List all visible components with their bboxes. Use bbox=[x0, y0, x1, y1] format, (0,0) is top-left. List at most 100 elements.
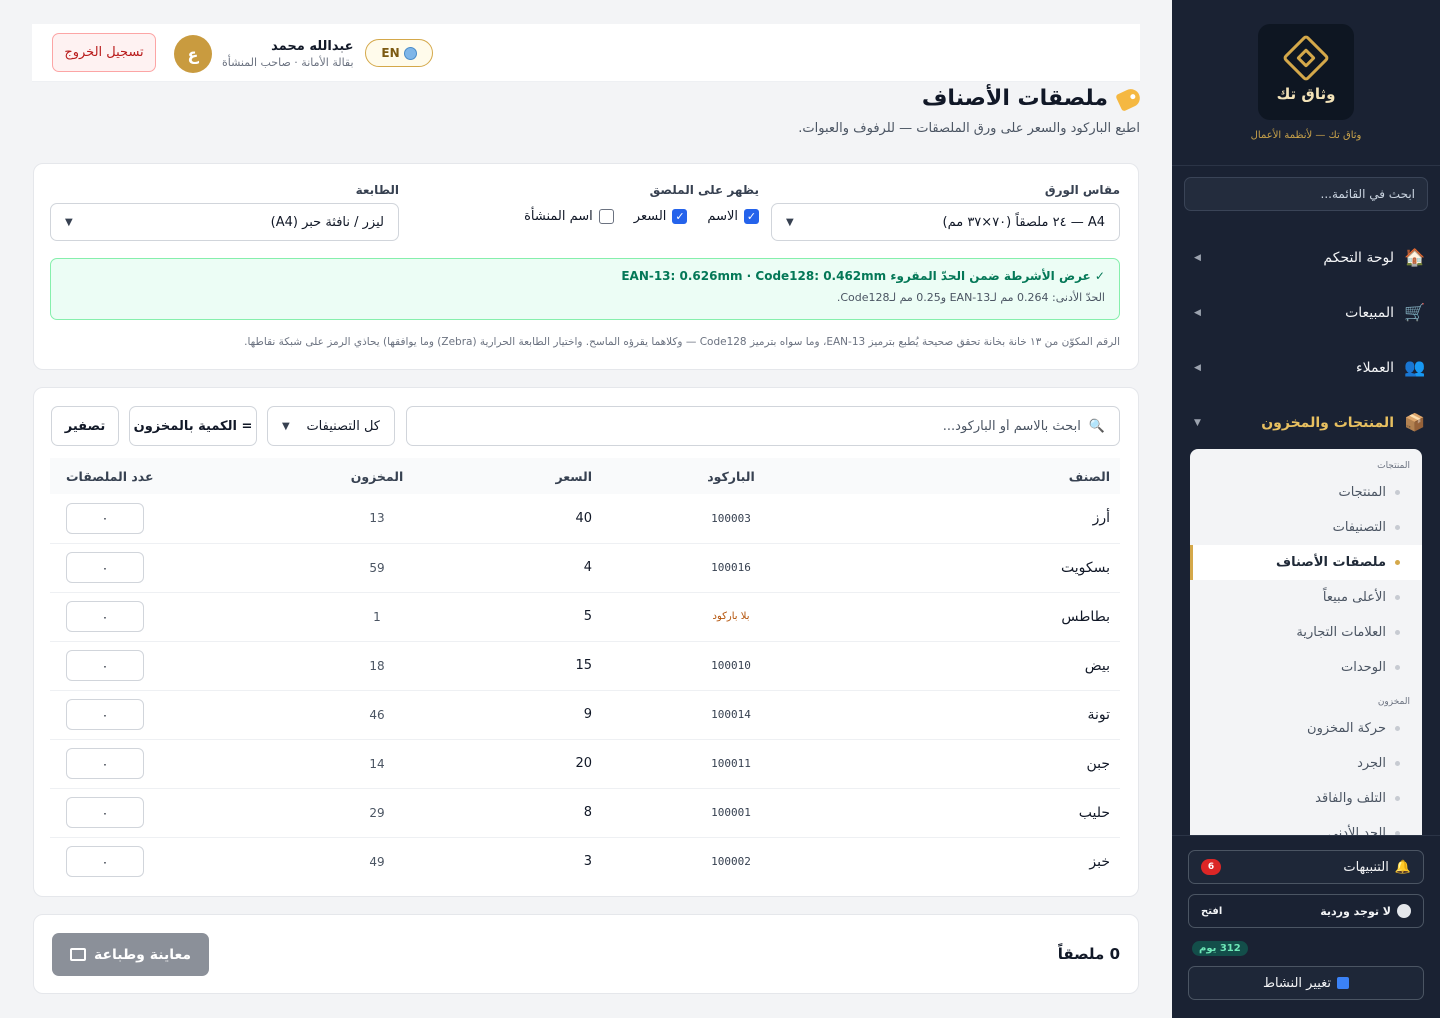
col-header-stock: المخزون bbox=[350, 468, 404, 484]
user-info[interactable]: عبدالله محمد بقالة الأمانة · صاحب المنشأ… bbox=[174, 35, 354, 73]
col-header-barcode: الباركود bbox=[707, 468, 755, 484]
label-count-input[interactable]: ٠ bbox=[66, 748, 144, 779]
open-shift-button[interactable]: افتح bbox=[1201, 906, 1222, 917]
label-count-input[interactable]: ٠ bbox=[66, 797, 144, 828]
nav-item-label: المبيعات bbox=[1345, 304, 1394, 321]
cell-price: 5 bbox=[583, 609, 592, 624]
cell-name: تونة bbox=[1087, 706, 1110, 723]
chevron-down-icon: ▼ bbox=[65, 216, 73, 228]
col-header-name: الصنف bbox=[1068, 468, 1110, 484]
category-filter-select[interactable]: كل التصنيفات ▼ bbox=[267, 406, 395, 446]
brand-tagline: وثاق تك — لأنظمة الأعمال bbox=[1250, 130, 1362, 141]
notice-detail: الحدّ الأدنى: 0.264 مم لـEAN-13 و0.25 مم… bbox=[836, 291, 1105, 304]
table-row: حليب 100001 8 29 ٠ bbox=[50, 788, 1120, 837]
globe-icon bbox=[403, 46, 417, 60]
barcode-width-notice: ✓ عرض الأشرطة ضمن الحدّ المقروء EAN-13: … bbox=[50, 258, 1120, 320]
show-price-checkbox[interactable]: ✓ السعر bbox=[634, 209, 688, 224]
users-icon: 👥 bbox=[1404, 357, 1426, 378]
user-role: بقالة الأمانة · صاحب المنشأة bbox=[222, 56, 354, 69]
cell-barcode: 100011 bbox=[711, 757, 751, 770]
label-count-input[interactable]: ٠ bbox=[66, 502, 144, 534]
printer-select[interactable]: ليزر / نافثة حبر (A4) ▼ bbox=[50, 203, 399, 241]
submenu-item-brands[interactable]: العلامات التجارية bbox=[1190, 615, 1422, 650]
cell-name: حليب bbox=[1078, 804, 1110, 821]
submenu-group-products: المنتجات bbox=[1377, 461, 1410, 471]
submenu-item-categories[interactable]: التصنيفات bbox=[1190, 510, 1422, 545]
change-activity-label: تغيير النشاط bbox=[1262, 975, 1332, 991]
cell-name: بيض bbox=[1084, 657, 1110, 674]
qty-equals-stock-button[interactable]: = الكمية بالمخزون bbox=[129, 406, 257, 446]
shift-status-icon bbox=[1397, 904, 1411, 918]
submenu-group-inventory: المخزون bbox=[1377, 697, 1410, 707]
label-count-input[interactable]: ٠ bbox=[66, 846, 144, 878]
cell-price: 15 bbox=[575, 658, 592, 673]
submenu-item-units[interactable]: الوحدات bbox=[1190, 650, 1422, 685]
submenu-item-minimum[interactable]: الحد الأدنى bbox=[1190, 816, 1422, 835]
chevron-left-icon: ◀ bbox=[1194, 307, 1201, 318]
submenu-item-item-labels[interactable]: ملصقات الأصناف bbox=[1190, 545, 1422, 580]
language-toggle-button[interactable]: EN bbox=[365, 39, 433, 67]
table-row: بطاطس بلا باركود 5 1 ٠ bbox=[50, 592, 1120, 641]
product-search-input[interactable] bbox=[421, 418, 1081, 434]
cell-stock: 59 bbox=[369, 560, 385, 575]
table-header-row: الصنف الباركود السعر المخزون عدد الملصقا… bbox=[50, 458, 1120, 494]
cell-name: بطاطس bbox=[1061, 608, 1110, 625]
nav-item-label: العملاء bbox=[1356, 359, 1394, 376]
label-count-input[interactable]: ٠ bbox=[66, 699, 144, 730]
change-activity-button[interactable]: تغيير النشاط bbox=[1188, 966, 1424, 1000]
reset-button[interactable]: تصفير bbox=[51, 406, 119, 446]
nav-item-sales[interactable]: 🛒 المبيعات ◀ bbox=[1172, 285, 1440, 340]
label-count-input[interactable]: ٠ bbox=[66, 601, 144, 632]
cell-price: 9 bbox=[583, 707, 592, 722]
nav-item-customers[interactable]: 👥 العملاء ◀ bbox=[1172, 340, 1440, 395]
cell-barcode: 100003 bbox=[711, 511, 751, 525]
product-search[interactable]: 🔍 bbox=[406, 406, 1120, 446]
submenu-item-products[interactable]: المنتجات bbox=[1190, 475, 1422, 510]
alerts-count-badge: 6 bbox=[1201, 859, 1221, 875]
label-total-count: 0 ملصقاً bbox=[1057, 945, 1120, 963]
logout-button[interactable]: تسجيل الخروج bbox=[52, 33, 156, 72]
checkbox-checked-icon: ✓ bbox=[672, 209, 688, 224]
chevron-left-icon: ◀ bbox=[1194, 252, 1201, 263]
submenu-item-stock-movement[interactable]: حركة المخزون bbox=[1190, 711, 1422, 746]
brand-logo[interactable]: وثاق تك bbox=[1258, 24, 1354, 120]
table-row: خبز 100002 3 49 ٠ bbox=[50, 837, 1120, 886]
paper-size-select[interactable]: A4 — ٢٤ ملصقاً (٧٠×٣٧ مم) ▼ bbox=[771, 203, 1120, 241]
barcode-hint-text: الرقم المكوّن من ١٣ خانة بخانة تحقق صحيح… bbox=[244, 336, 1120, 348]
label-settings-card: مقاس الورق A4 — ٢٤ ملصقاً (٧٠×٣٧ مم) ▼ ي… bbox=[33, 163, 1139, 370]
brand: وثاق تك وثاق تك — لأنظمة الأعمال bbox=[1172, 0, 1440, 166]
sidebar-nav: 🏠 لوحة التحكم ◀ 🛒 المبيعات ◀ 👥 العملاء ◀… bbox=[1172, 230, 1440, 450]
show-name-checkbox[interactable]: ✓ الاسم bbox=[707, 209, 759, 224]
paper-size-value: A4 — ٢٤ ملصقاً (٧٠×٣٧ مم) bbox=[942, 214, 1106, 230]
printer-value: ليزر / نافثة حبر (A4) bbox=[270, 214, 384, 230]
bell-icon: 🔔 bbox=[1394, 859, 1411, 875]
preview-print-button[interactable]: معاينة وطباعة bbox=[52, 933, 209, 976]
sidebar-search-input[interactable] bbox=[1184, 177, 1428, 211]
show-on-label-title: يظهر على الملصق bbox=[649, 183, 759, 197]
nav-item-dashboard[interactable]: 🏠 لوحة التحكم ◀ bbox=[1172, 230, 1440, 285]
cell-stock: 14 bbox=[369, 756, 385, 771]
col-header-price: السعر bbox=[555, 468, 592, 484]
chevron-down-icon: ▼ bbox=[786, 216, 794, 228]
cell-stock: 18 bbox=[369, 658, 385, 673]
submenu-item-stocktake[interactable]: الجرد bbox=[1190, 746, 1422, 781]
cell-name: جبن bbox=[1086, 755, 1110, 772]
table-row: أرز 100003 40 13 ٠ bbox=[50, 494, 1120, 543]
cell-stock: 46 bbox=[369, 707, 385, 722]
checkbox-checked-icon: ✓ bbox=[744, 209, 759, 224]
label-count-input[interactable]: ٠ bbox=[66, 552, 144, 583]
submenu-item-top-selling[interactable]: الأعلى مبيعاً bbox=[1190, 580, 1422, 615]
category-filter-value: كل التصنيفات bbox=[306, 418, 380, 434]
label-count-input[interactable]: ٠ bbox=[66, 650, 144, 681]
nav-item-products-inventory[interactable]: 📦 المنتجات والمخزون ▼ bbox=[1172, 395, 1440, 450]
page-header: ملصقات الأصناف bbox=[922, 85, 1143, 112]
show-price-label: السعر bbox=[633, 209, 667, 224]
paper-size-label: مقاس الورق bbox=[1044, 183, 1120, 197]
alerts-button[interactable]: 🔔 التنبيهات 6 bbox=[1188, 850, 1424, 884]
chevron-down-icon: ▼ bbox=[282, 420, 290, 432]
show-store-name-label: اسم المنشأة bbox=[524, 209, 593, 224]
show-store-name-checkbox[interactable]: اسم المنشأة bbox=[524, 209, 614, 224]
printer-icon bbox=[69, 948, 86, 961]
submenu-item-damage-loss[interactable]: التلف والفاقد bbox=[1190, 781, 1422, 816]
cell-price: 4 bbox=[583, 560, 592, 575]
